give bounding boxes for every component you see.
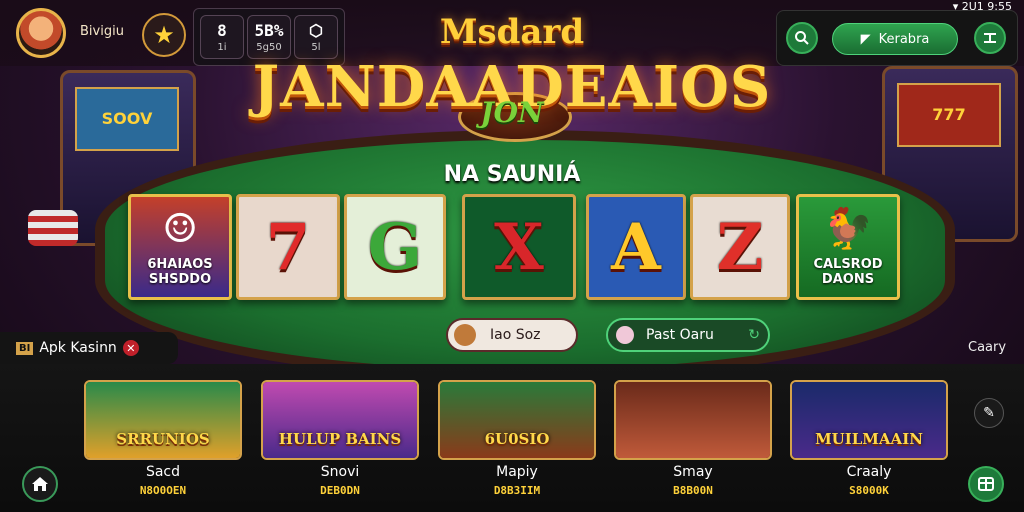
card-subtitle: S8000K	[849, 484, 889, 497]
wallet-icon	[978, 477, 994, 491]
right-label: Caary	[968, 340, 1007, 355]
edit-button[interactable]: ✎	[974, 398, 1004, 428]
card-name: Mapiy	[496, 464, 538, 480]
logo-top-text: Msdard	[439, 12, 585, 52]
card-subtitle: N8O0OEN	[139, 484, 187, 497]
gem-icon	[616, 326, 634, 344]
card-title: 6U0SIO	[484, 430, 550, 448]
home-icon	[32, 477, 48, 491]
card-title: HULUP BAINS	[278, 430, 402, 448]
game-tile-0[interactable]: ☺ 6HAIAOS SHSDDO	[128, 194, 232, 300]
pencil-icon: ✎	[983, 405, 995, 421]
card-title: MUILMAAIN	[815, 430, 923, 448]
avatar-icon	[454, 324, 476, 346]
card-subtitle: DEB0DN	[320, 484, 360, 497]
game-tile-1[interactable]: 7	[236, 194, 340, 300]
game-card-2[interactable]: 6U0SIO	[438, 380, 596, 460]
apk-badge: BI	[16, 341, 34, 355]
game-card-3[interactable]	[614, 380, 772, 460]
table-title: NA SAUNIÁ	[443, 162, 581, 187]
card-art	[616, 382, 770, 458]
left-pill-label: Iao Soz	[490, 327, 541, 343]
card-subtitle: D8B3IIM	[493, 484, 541, 497]
card-name: Snovi	[320, 464, 360, 480]
right-pill-label: Past Oaru	[646, 327, 714, 343]
card-title: SRRUNIOS	[116, 430, 210, 448]
game-card-4[interactable]: MUILMAAIN	[790, 380, 948, 460]
refresh-icon: ↻	[748, 327, 760, 343]
apk-banner[interactable]: BI Apk Kasinn ✕	[0, 332, 178, 364]
apk-label: Apk Kasinn	[39, 340, 117, 356]
close-icon[interactable]: ✕	[122, 340, 139, 356]
bird-icon: 🐓	[823, 205, 873, 252]
left-pill-button[interactable]: Iao Soz	[446, 318, 578, 352]
game-tile-3[interactable]: X	[462, 194, 576, 300]
tile-glyph: Z	[716, 209, 764, 285]
card-subtitle: B8B00N	[673, 484, 713, 497]
game-tile-5[interactable]: Z	[690, 194, 790, 300]
chip-stack	[28, 210, 78, 246]
game-card-0[interactable]: SRRUNIOS	[84, 380, 242, 460]
tile-caption: CALSROD DAONS	[813, 257, 883, 287]
tile-glyph: X	[494, 209, 544, 285]
character-icon: ☺	[162, 205, 198, 252]
game-tile-4[interactable]: A	[586, 194, 686, 300]
tile-glyph: A	[611, 209, 661, 285]
home-button[interactable]	[22, 466, 58, 502]
game-tile-2[interactable]: G	[344, 194, 446, 300]
game-card-1[interactable]: HULUP BAINS	[261, 380, 419, 460]
card-name: Craaly	[846, 464, 892, 480]
tile-caption: 6HAIAOS SHSDDO	[147, 257, 213, 287]
wallet-button[interactable]	[968, 466, 1004, 502]
card-name: Smay	[673, 464, 713, 480]
tile-glyph: 7	[265, 209, 311, 285]
logo-sub-text: JON	[480, 96, 544, 129]
card-name: Sacd	[145, 464, 181, 480]
tile-glyph: G	[367, 209, 423, 285]
right-pill-button[interactable]: Past Oaru ↻	[606, 318, 770, 352]
game-tile-6[interactable]: 🐓 CALSROD DAONS	[796, 194, 900, 300]
